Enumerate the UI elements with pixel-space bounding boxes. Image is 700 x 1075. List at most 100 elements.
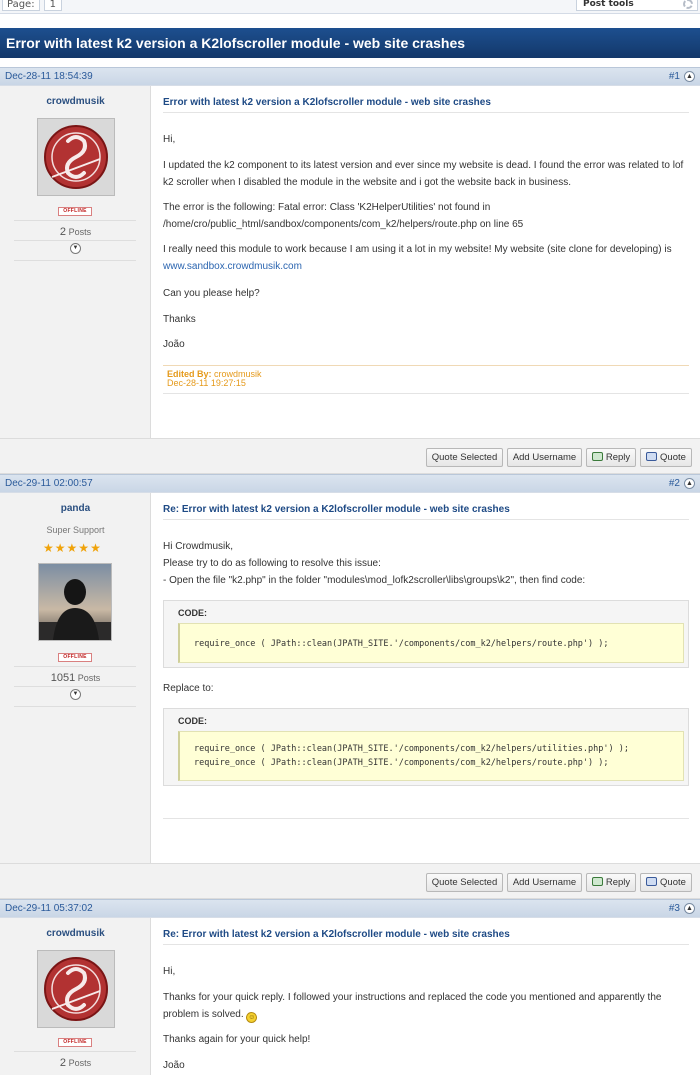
author-sidebar: panda Super Support ★ ★ ★ ★ ★ OFFLINE 1051 P…	[0, 493, 151, 863]
scroll-up-icon[interactable]: ▲	[684, 478, 695, 489]
quote-label: Quote	[660, 877, 686, 888]
status-badge: OFFLINE	[58, 1038, 92, 1047]
post-text: I updated the k2 component to its latest…	[163, 160, 684, 188]
code-block: CODE: require_once ( JPath::clean(JPATH_…	[163, 600, 689, 668]
post-count: 1051 Posts	[0, 672, 151, 684]
post-text: Please try to do as following to resolve…	[163, 558, 381, 569]
reply-icon	[591, 452, 603, 461]
post-text: Thanks	[163, 314, 196, 325]
post-count: 2 Posts	[0, 1057, 151, 1069]
post-text: Hi Crowdmusik,	[163, 541, 234, 552]
author-sidebar: crowdmusik OFFLINE 2 Posts ▼	[0, 86, 151, 438]
avatar	[38, 563, 112, 641]
post-date: Dec-29-11 02:00:57	[5, 478, 93, 489]
top-toolbar: Page: 1 Post tools	[0, 0, 700, 14]
post-body: panda Super Support ★ ★ ★ ★ ★ OFFLINE 1051 P…	[0, 492, 700, 863]
post-subject: Re: Error with latest k2 version a K2lof…	[163, 504, 689, 520]
page-label: Page:	[2, 0, 40, 11]
star-icon: ★	[78, 541, 90, 555]
add-username-button[interactable]: Add Username	[507, 448, 582, 467]
scroll-up-icon[interactable]: ▲	[684, 71, 695, 82]
post-subject: Error with latest k2 version a K2lofscro…	[163, 97, 689, 113]
smiley-icon: ☺	[246, 1012, 258, 1023]
post-actions: Quote Selected Add Username Reply Quote	[0, 863, 700, 899]
divider	[14, 686, 136, 687]
divider	[163, 393, 689, 394]
post-text: Thanks again for your quick help!	[163, 1034, 311, 1045]
star-icon: ★	[54, 541, 66, 555]
post-body: crowdmusik OFFLINE 2 Posts Re: Error wit…	[0, 917, 700, 1075]
post-number-link[interactable]: #3	[669, 900, 680, 917]
post-count-value: 1051	[50, 672, 76, 684]
code-content: require_once ( JPath::clean(JPATH_SITE.'…	[178, 623, 684, 663]
post-header: Dec-29-11 05:37:02 #3 ▲	[0, 899, 700, 917]
edited-date: Dec-28-11 19:27:15	[167, 378, 246, 388]
divider	[14, 1051, 136, 1052]
thread-title: Error with latest k2 version a K2lofscro…	[0, 28, 700, 58]
post-header: Dec-28-11 18:54:39 #1 ▲	[0, 67, 700, 85]
post-tools-label: Post tools	[583, 0, 634, 9]
post-text: Replace to:	[163, 683, 214, 694]
quote-button[interactable]: Quote	[640, 448, 692, 467]
post-count-label: Posts	[77, 673, 101, 683]
post-text: - Open the file "k2.php" in the folder "…	[163, 575, 586, 586]
code-line: require_once ( JPath::clean(JPATH_SITE.'…	[194, 758, 609, 768]
reply-icon	[591, 877, 603, 886]
post-number-link[interactable]: #2	[669, 475, 680, 492]
reply-button[interactable]: Reply	[586, 873, 636, 892]
pagination: Page: 1	[2, 0, 62, 11]
divider	[14, 260, 136, 261]
chevron-down-icon[interactable]: ▼	[70, 689, 81, 700]
reply-button[interactable]: Reply	[586, 448, 636, 467]
scroll-up-icon[interactable]: ▲	[684, 903, 695, 914]
quote-selected-button[interactable]: Quote Selected	[426, 448, 503, 467]
avatar	[37, 950, 115, 1028]
gear-icon	[683, 0, 693, 9]
status-badge: OFFLINE	[58, 653, 92, 662]
quote-icon	[646, 877, 658, 886]
code-content: require_once ( JPath::clean(JPATH_SITE.'…	[178, 731, 684, 781]
post-body: crowdmusik OFFLINE 2 Posts ▼ Error with …	[0, 85, 700, 438]
post-signature: João	[163, 1060, 185, 1071]
website-link[interactable]: www.sandbox.crowdmusik.com	[163, 261, 302, 272]
post-text: Thanks for your quick reply. I followed …	[163, 989, 689, 1023]
post-count-value: 2	[59, 1057, 67, 1069]
quote-selected-button[interactable]: Quote Selected	[426, 873, 503, 892]
reply-label: Reply	[605, 877, 631, 888]
user-rank: Super Support	[46, 525, 105, 535]
post-text: Hi,	[163, 966, 176, 977]
divider	[14, 220, 136, 221]
quote-button[interactable]: Quote	[640, 873, 692, 892]
quote-label: Quote	[660, 452, 686, 463]
code-line: require_once ( JPath::clean(JPATH_SITE.'…	[194, 744, 629, 754]
quote-icon	[646, 452, 658, 461]
post-text: Hi,	[163, 134, 176, 145]
post-count-label: Posts	[68, 1058, 92, 1068]
post-subject: Re: Error with latest k2 version a K2lof…	[163, 929, 689, 945]
page-number-button[interactable]: 1	[43, 0, 62, 11]
divider	[14, 240, 136, 241]
post-text-span: I really need this module to work becaus…	[163, 244, 672, 255]
add-username-button[interactable]: Add Username	[507, 873, 582, 892]
post-count: 2 Posts	[0, 226, 151, 238]
post-text-span: Thanks for your quick reply. I followed …	[163, 992, 662, 1020]
post-number-link[interactable]: #1	[669, 68, 680, 85]
post-count-label: Posts	[68, 227, 92, 237]
author-name[interactable]: crowdmusik	[0, 96, 151, 107]
post-text: Can you please help?	[163, 288, 260, 299]
author-name[interactable]: crowdmusik	[0, 928, 151, 939]
chevron-down-icon[interactable]: ▼	[70, 243, 81, 254]
status-badge: OFFLINE	[58, 207, 92, 216]
author-name[interactable]: panda	[0, 503, 151, 514]
star-icon: ★	[43, 541, 54, 555]
post-date: Dec-28-11 18:54:39	[5, 71, 93, 82]
code-block: CODE: require_once ( JPath::clean(JPATH_…	[163, 708, 689, 786]
code-label: CODE:	[178, 716, 207, 726]
star-icon: ★	[90, 541, 101, 555]
author-sidebar: crowdmusik OFFLINE 2 Posts	[0, 918, 151, 1075]
star-icon: ★	[66, 541, 78, 555]
divider	[14, 666, 136, 667]
rank-stars: ★ ★ ★ ★ ★	[43, 542, 109, 554]
edited-note: Edited By: crowdmusik Dec-28-11 19:27:15	[163, 365, 689, 388]
post-tools-menu[interactable]: Post tools	[576, 0, 698, 11]
